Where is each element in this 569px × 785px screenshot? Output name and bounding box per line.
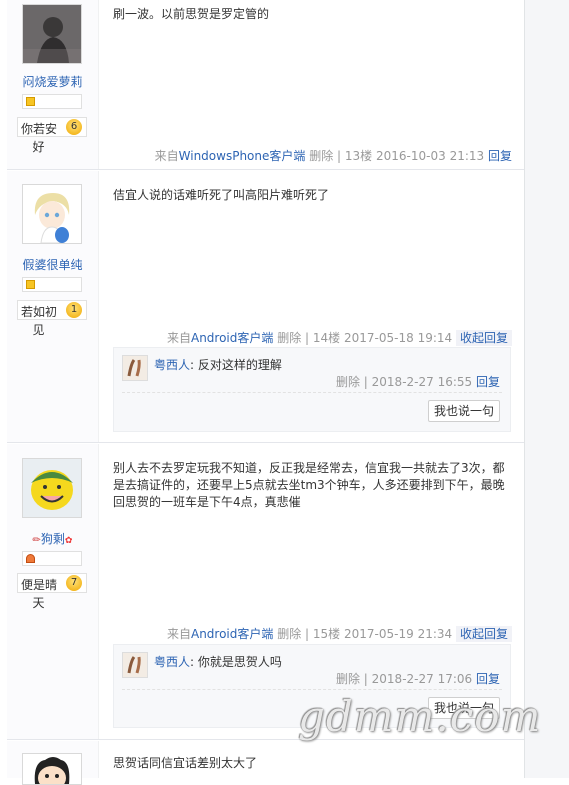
reply-avatar[interactable] xyxy=(122,355,148,381)
post-content: 佶宜人说的话难听死了叫高阳片难听死了 xyxy=(113,188,330,202)
badge-text: 便是晴 xyxy=(21,578,58,592)
floor-number: 15楼 xyxy=(312,627,341,641)
badge-text-wrap: 好 xyxy=(32,140,45,154)
reply-time: 2018-2-27 16:55 xyxy=(371,375,473,389)
username[interactable]: 假婆很单纯 xyxy=(7,256,98,273)
client-link[interactable]: Android客户端 xyxy=(191,627,273,641)
badge-text: 若如初 xyxy=(21,305,58,319)
client-link[interactable]: WindowsPhone客户端 xyxy=(179,149,306,163)
reply-delete-link[interactable]: 删除 xyxy=(336,375,360,389)
avatar[interactable] xyxy=(22,184,82,244)
reply-time: 2018-2-27 17:06 xyxy=(371,672,473,686)
post-time: 2017-05-19 21:34 xyxy=(344,627,453,641)
right-panel xyxy=(525,0,569,778)
author-sidebar: ✏狗剩✿ 便是晴 7 天 xyxy=(7,444,99,740)
level-icon xyxy=(26,554,35,563)
post-time: 2017-05-18 19:14 xyxy=(344,331,453,345)
post-meta: 来自Android客户端 删除 | 14楼 2017-05-18 19:14 收… xyxy=(167,329,512,346)
post-floor-16: 思贺话同信宜话差别太大了 xyxy=(7,741,524,785)
delete-link[interactable]: 删除 xyxy=(277,331,301,345)
author-sidebar: 假婆很单纯 若如初 1 见 xyxy=(7,171,99,443)
reply-body: : 你就是思贺人吗 xyxy=(190,655,282,669)
level-badge xyxy=(22,277,82,292)
post-content: 别人去不去罗定玩我不知道，反正我是经常去，信宜我一共就去了3次，都是去搞证件的，… xyxy=(113,461,505,509)
reply-username[interactable]: 粤西人 xyxy=(154,655,190,669)
reply-item: 粤西人: 反对这样的理解 删除 | 2018-2-27 16:55 回复 xyxy=(122,352,502,393)
site-watermark: gdmm.com xyxy=(298,692,542,741)
delete-link[interactable]: 删除 xyxy=(277,627,301,641)
badge-level-number: 1 xyxy=(66,302,82,318)
reply-box: 粤西人: 反对这样的理解 删除 | 2018-2-27 16:55 回复 我也说… xyxy=(113,347,511,432)
post-floor-14: 假婆很单纯 若如初 1 见 佶宜人说的话难听死了叫高阳片难听死了 来自Andro… xyxy=(7,171,524,443)
post-meta: 来自WindowsPhone客户端 删除 | 13楼 2016-10-03 21… xyxy=(154,149,512,163)
collapse-replies-link[interactable]: 收起回复 xyxy=(455,330,512,346)
reply-body: : 反对这样的理解 xyxy=(190,358,282,372)
collapse-replies-link[interactable]: 收起回复 xyxy=(455,626,512,642)
reply-delete-link[interactable]: 删除 xyxy=(336,672,360,686)
reply-text: 粤西人: 你就是思贺人吗 xyxy=(154,653,282,670)
badge-level-number: 7 xyxy=(66,575,82,591)
reply-reply-link[interactable]: 回复 xyxy=(476,672,500,686)
member-badge[interactable]: 你若安 6 xyxy=(17,117,87,137)
left-gutter xyxy=(0,0,7,778)
level-icon xyxy=(26,280,35,289)
client-link[interactable]: Android客户端 xyxy=(191,331,273,345)
source-label: 来自 xyxy=(154,149,179,163)
member-badge[interactable]: 若如初 1 xyxy=(17,300,87,320)
badge-level-number: 6 xyxy=(66,119,82,135)
author-sidebar xyxy=(7,741,99,785)
username[interactable]: ✏狗剩✿ xyxy=(7,530,98,547)
post-divider xyxy=(7,442,524,443)
post-meta: 来自Android客户端 删除 | 15楼 2017-05-19 21:34 收… xyxy=(167,625,512,642)
reply-meta: 删除 | 2018-2-27 16:55 回复 xyxy=(335,375,500,389)
post-time: 2016-10-03 21:13 xyxy=(376,149,485,163)
source-label: 来自 xyxy=(166,331,191,345)
reply-reply-link[interactable]: 回复 xyxy=(476,375,500,389)
badge-text: 你若安 xyxy=(21,122,58,136)
author-sidebar: 闷烧爱萝莉 你若安 6 好 xyxy=(7,0,99,170)
post-divider xyxy=(7,169,524,170)
post-floor-13: 闷烧爱萝莉 你若安 6 好 刷一波。以前思贺是罗定管的 来自WindowsPho… xyxy=(7,0,524,170)
username-text: 狗剩 xyxy=(40,532,65,546)
username-prefix-icon: ✏ xyxy=(32,535,41,546)
level-icon xyxy=(26,97,35,106)
username-suffix-icon: ✿ xyxy=(64,536,73,546)
level-badge xyxy=(22,551,82,566)
badge-text-wrap: 天 xyxy=(32,596,45,610)
reply-avatar[interactable] xyxy=(122,652,148,678)
source-label: 来自 xyxy=(166,627,191,641)
avatar[interactable] xyxy=(22,753,82,785)
member-badge[interactable]: 便是晴 7 xyxy=(17,573,87,593)
reply-meta: 删除 | 2018-2-27 17:06 回复 xyxy=(335,672,500,686)
post-content: 思贺话同信宜话差别太大了 xyxy=(113,756,258,770)
reply-username[interactable]: 粤西人 xyxy=(154,358,190,372)
reply-text: 粤西人: 反对这样的理解 xyxy=(154,356,282,373)
reply-link[interactable]: 回复 xyxy=(488,149,512,163)
floor-number: 13楼 xyxy=(344,149,373,163)
post-content: 刷一波。以前思贺是罗定管的 xyxy=(113,7,270,21)
avatar[interactable] xyxy=(22,4,82,64)
level-badge xyxy=(22,94,82,109)
floor-number: 14楼 xyxy=(312,331,341,345)
delete-link[interactable]: 删除 xyxy=(309,149,333,163)
avatar[interactable] xyxy=(22,458,82,518)
badge-text-wrap: 见 xyxy=(32,323,45,337)
add-comment-button[interactable]: 我也说一句 xyxy=(427,400,500,422)
reply-item: 粤西人: 你就是思贺人吗 删除 | 2018-2-27 17:06 回复 xyxy=(122,649,502,690)
username[interactable]: 闷烧爱萝莉 xyxy=(7,73,98,90)
